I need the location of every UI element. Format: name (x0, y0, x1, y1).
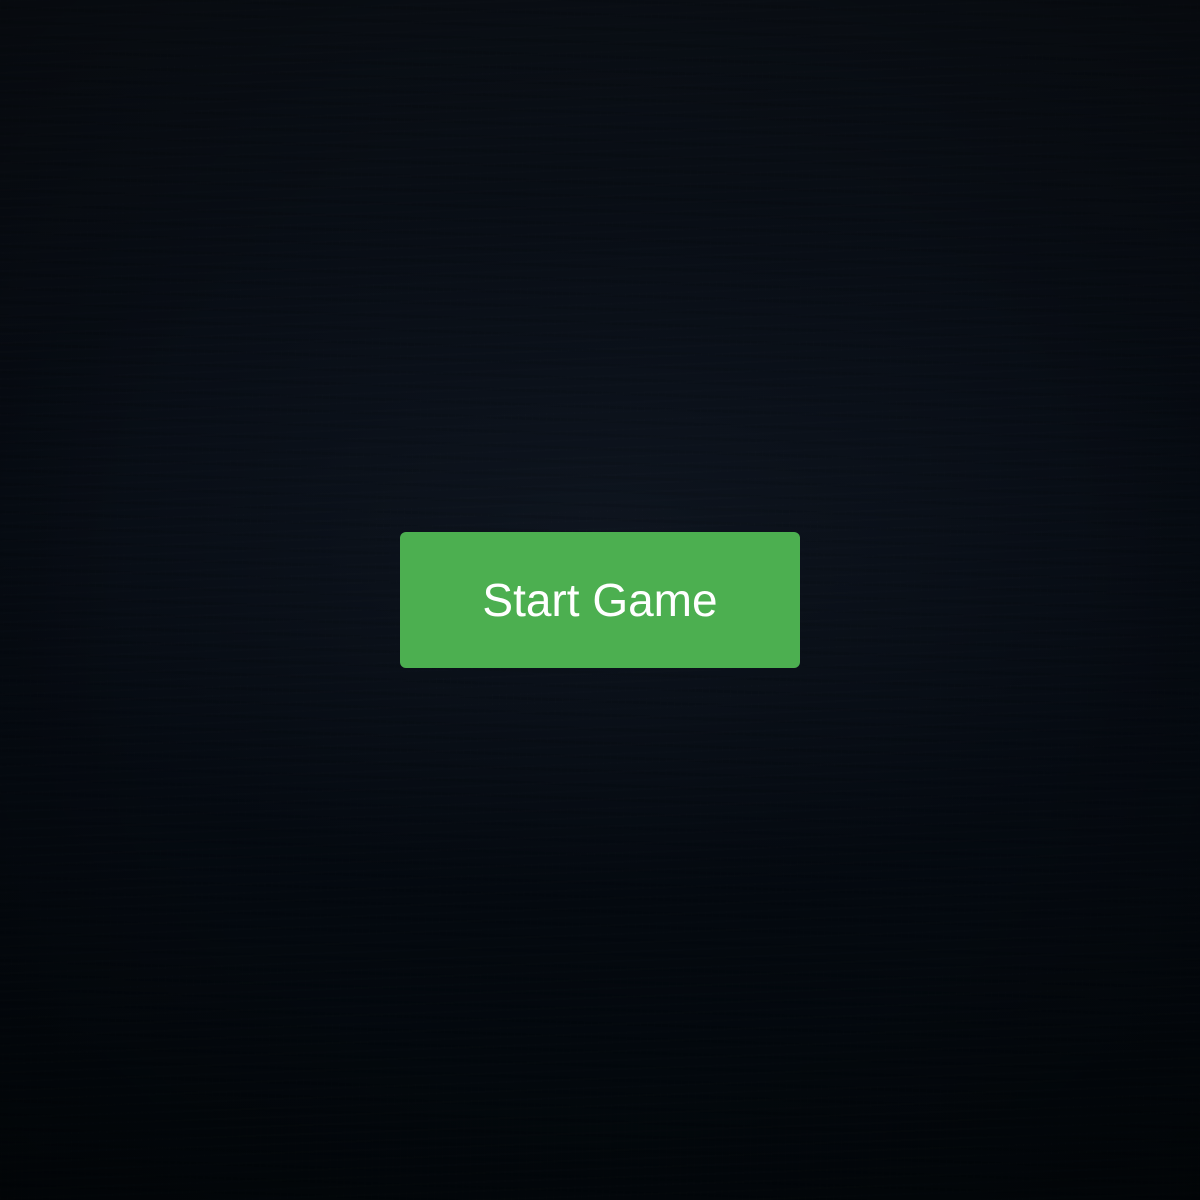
game-start-screen: Start Game (0, 0, 1200, 1200)
start-game-button[interactable]: Start Game (400, 532, 800, 668)
